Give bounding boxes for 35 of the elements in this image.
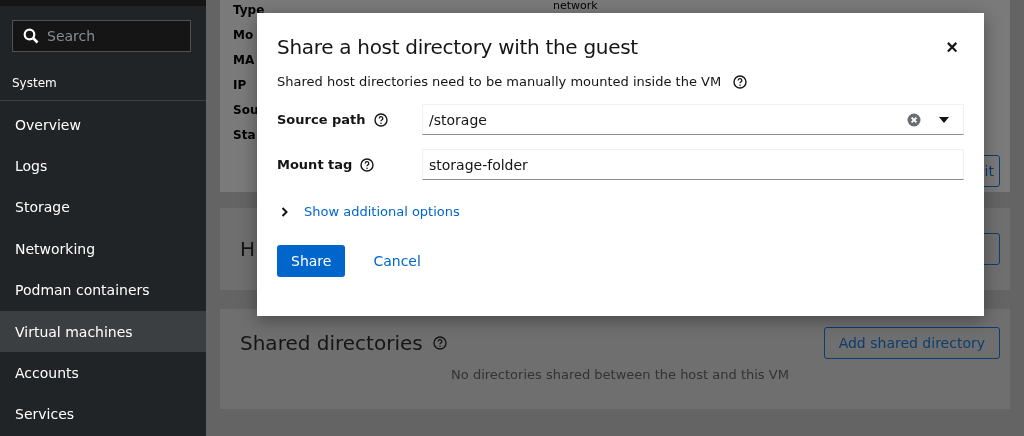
help-icon[interactable]: [360, 157, 375, 172]
search-icon: [23, 28, 39, 44]
clear-icon[interactable]: [907, 112, 921, 127]
nav-item[interactable]: Services: [0, 393, 206, 436]
select-field[interactable]: /storage: [422, 104, 964, 135]
detail-label: Mo: [233, 28, 255, 44]
close-button[interactable]: ×: [940, 35, 964, 59]
field-label: Mount tag: [277, 157, 353, 172]
nav-item[interactable]: Networking: [0, 228, 206, 270]
detail-label: Sta: [233, 128, 257, 144]
detail-label: IP: [233, 78, 248, 94]
expander-link[interactable]: Show additional options: [304, 204, 460, 219]
caret-icon[interactable]: [939, 116, 949, 123]
detail-label: MA: [233, 53, 256, 69]
nav-item[interactable]: Podman containers: [0, 269, 206, 311]
share-button[interactable]: Share: [277, 245, 346, 277]
card-heading: H: [240, 237, 256, 261]
dialog-title: Share a host directory with the guest: [277, 35, 638, 59]
nav-item[interactable]: Storage: [0, 186, 206, 229]
nav-item[interactable]: Overview: [0, 104, 206, 146]
help-icon[interactable]: [373, 112, 388, 127]
empty-state-text: No directories shared between the host and this VM: [450, 367, 790, 382]
card-heading: Shared directories: [240, 331, 423, 355]
nav-item[interactable]: Logs: [0, 145, 206, 187]
search-field[interactable]: Search: [12, 20, 191, 52]
dialog-description: Shared host directories need to be manually mounted inside the VM: [277, 74, 722, 89]
nav-item[interactable]: Virtual machines: [0, 310, 206, 353]
search-input[interactable]: Search: [47, 28, 177, 44]
field-label: Source path: [277, 112, 366, 127]
detail-label: Type: [233, 3, 265, 19]
cancel-button[interactable]: Cancel: [357, 245, 437, 277]
input-field[interactable]: storage-folder: [422, 149, 964, 180]
nav-item[interactable]: Accounts: [0, 352, 206, 394]
chevron-right-icon[interactable]: [281, 206, 289, 217]
help-icon[interactable]: [733, 74, 748, 89]
